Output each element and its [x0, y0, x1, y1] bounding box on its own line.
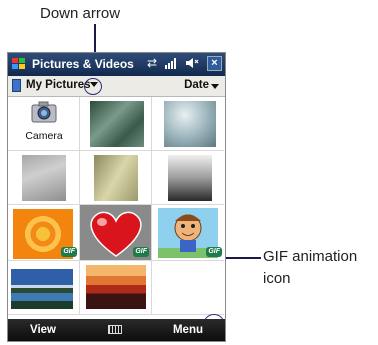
close-button[interactable]: ×: [207, 56, 222, 71]
start-menu-icon[interactable]: [11, 56, 27, 72]
keyboard-icon[interactable]: [108, 325, 122, 334]
phone-screen: Pictures & Videos ⇄ × My Pictures Date C…: [7, 52, 226, 342]
thumbnail-gif[interactable]: GIF: [8, 205, 80, 261]
thumbnail[interactable]: [8, 151, 80, 205]
camera-label: Camera: [25, 130, 63, 142]
camera-icon: [31, 101, 57, 123]
thumbnail[interactable]: [8, 261, 80, 315]
connectivity-icon[interactable]: ⇄: [147, 56, 157, 70]
window-title: Pictures & Videos: [32, 57, 134, 71]
sort-dropdown-label[interactable]: Date: [184, 79, 209, 91]
gif-icon-callout: GIF animation icon: [263, 246, 357, 290]
gif-animation-icon: GIF: [61, 247, 77, 257]
gif-animation-icon: GIF: [133, 247, 149, 257]
gif-icon-callout-line2: icon: [263, 270, 291, 287]
photo-thumbnail: [164, 101, 216, 147]
thumbnail[interactable]: [80, 261, 152, 315]
menu-softkey[interactable]: Menu: [173, 324, 203, 336]
empty-cell: [152, 261, 224, 315]
sort-chevron-down-icon[interactable]: [211, 84, 219, 89]
softkey-bar: View Menu: [8, 319, 225, 341]
view-softkey[interactable]: View: [30, 324, 56, 336]
folder-toolbar: My Pictures Date: [8, 76, 225, 97]
thumbnail-camera[interactable]: Camera: [8, 97, 80, 151]
thumbnail-gif[interactable]: GIF: [152, 205, 224, 261]
photo-thumbnail: [11, 269, 73, 309]
photo-thumbnail: [22, 155, 66, 201]
gif-icon-callout-line1: GIF animation: [263, 248, 358, 265]
photo-thumbnail: [86, 265, 146, 309]
folder-dropdown-label[interactable]: My Pictures: [26, 79, 91, 91]
thumbnail[interactable]: [80, 97, 152, 151]
thumbnail[interactable]: [152, 97, 224, 151]
photo-thumbnail: [90, 101, 144, 147]
down-arrow-callout: Down arrow: [40, 5, 121, 22]
folder-icon: [12, 79, 21, 92]
signal-icon[interactable]: [165, 57, 179, 69]
photo-thumbnail: [94, 155, 138, 201]
thumbnail-grid: Camera GIF GIF GIF: [8, 97, 225, 336]
speaker-icon[interactable]: [185, 57, 199, 69]
thumbnail-gif-selected[interactable]: GIF: [80, 205, 152, 261]
photo-thumbnail: [168, 155, 212, 201]
gif-icon-leader-line: [224, 257, 261, 259]
down-arrow-highlight-circle: [84, 78, 102, 95]
title-bar: Pictures & Videos ⇄ ×: [8, 53, 225, 76]
gif-animation-icon: GIF: [206, 247, 222, 257]
thumbnail[interactable]: [152, 151, 224, 205]
thumbnail[interactable]: [80, 151, 152, 205]
